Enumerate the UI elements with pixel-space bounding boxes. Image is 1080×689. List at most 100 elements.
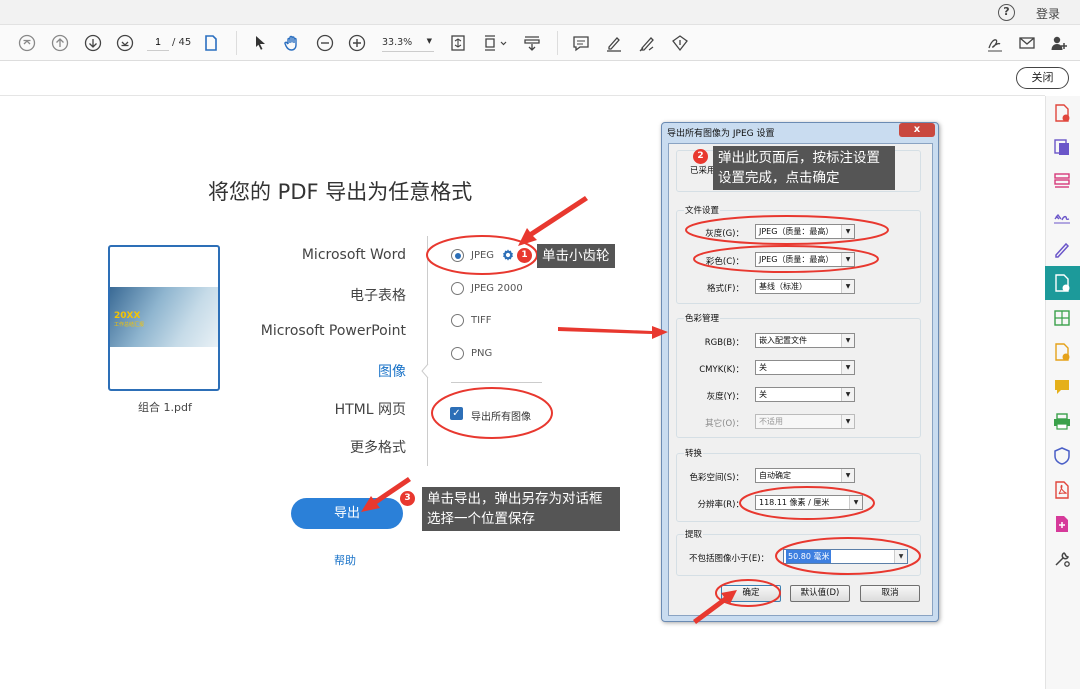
hand-tool-icon[interactable] bbox=[282, 33, 302, 53]
export-all-images-checkbox[interactable]: ✓ bbox=[450, 407, 463, 420]
toolbar-separator bbox=[236, 31, 237, 55]
colorspace-label: 色彩空间(S)： bbox=[689, 473, 744, 483]
page-view-icon[interactable] bbox=[201, 33, 221, 53]
option-jpeg2000-label: JPEG 2000 bbox=[471, 283, 523, 294]
color-select[interactable]: JPEG（质量：最高） ▼ bbox=[755, 252, 855, 267]
resolution-value: 118.11 像素 / 厘米 bbox=[759, 498, 830, 507]
help-icon[interactable]: ? bbox=[998, 4, 1015, 21]
more-tools-icon[interactable] bbox=[1052, 549, 1072, 569]
page-number-input[interactable] bbox=[147, 35, 169, 51]
min-image-size-select[interactable]: 50.80 毫米 ▼ bbox=[783, 549, 908, 564]
draw-icon[interactable] bbox=[637, 33, 657, 53]
grayscale-select[interactable]: JPEG（质量：最高） ▼ bbox=[755, 224, 855, 239]
chevron-down-icon: ▼ bbox=[426, 37, 432, 45]
rich-media-icon[interactable] bbox=[1052, 514, 1072, 534]
radio-tiff[interactable] bbox=[451, 314, 464, 327]
zoom-dropdown[interactable]: 33.3% ▼ bbox=[382, 37, 434, 52]
close-button[interactable]: 关闭 bbox=[1016, 67, 1069, 89]
extract-title: 提取 bbox=[684, 528, 704, 540]
next-page-icon[interactable] bbox=[83, 33, 103, 53]
format-spreadsheet[interactable]: 电子表格 bbox=[226, 285, 406, 305]
dialog-title: 导出所有图像为 JPEG 设置 bbox=[667, 129, 775, 139]
option-png-label: PNG bbox=[471, 348, 493, 359]
export-excel-icon[interactable] bbox=[1052, 308, 1072, 328]
prev-page-icon[interactable] bbox=[50, 33, 70, 53]
resolution-select[interactable]: 118.11 像素 / 厘米 ▼ bbox=[755, 495, 863, 510]
zoom-out-icon[interactable] bbox=[315, 33, 335, 53]
ok-button[interactable]: 确定 bbox=[721, 585, 781, 602]
first-page-icon[interactable] bbox=[17, 33, 37, 53]
radio-jpeg2000[interactable] bbox=[451, 282, 464, 295]
callout-2-line1: 弹出此页面后，按标注设置 bbox=[718, 150, 880, 166]
format-word[interactable]: Microsoft Word bbox=[226, 247, 406, 263]
comment-tool-icon[interactable] bbox=[1052, 377, 1072, 397]
color-management-title: 色彩管理 bbox=[684, 312, 721, 324]
radio-png[interactable] bbox=[451, 347, 464, 360]
create-pdf-icon[interactable] bbox=[1052, 103, 1072, 123]
chevron-down-icon: ▼ bbox=[841, 253, 854, 266]
color-value: JPEG（质量：最高） bbox=[759, 255, 834, 264]
login-link[interactable]: 登录 bbox=[1036, 5, 1060, 22]
export-all-images-label: 导出所有图像 bbox=[471, 412, 531, 423]
page-title: 将您的 PDF 导出为任意格式 bbox=[208, 180, 473, 204]
organize-pages-icon[interactable] bbox=[1052, 171, 1072, 191]
format-divider bbox=[427, 236, 428, 466]
add-user-icon[interactable] bbox=[1049, 33, 1069, 53]
protect-icon[interactable] bbox=[1052, 446, 1072, 466]
zoom-in-icon[interactable] bbox=[347, 33, 367, 53]
callout-3: 单击导出，弹出另存为对话框 选择一个位置保存 bbox=[422, 487, 620, 531]
subbar bbox=[0, 61, 1045, 96]
format-more[interactable]: 更多格式 bbox=[226, 437, 406, 457]
print-production-icon[interactable] bbox=[1052, 411, 1072, 431]
select-arrow-icon[interactable] bbox=[250, 33, 270, 53]
rgb-select[interactable]: 嵌入配置文件 ▼ bbox=[755, 333, 855, 348]
colorspace-select[interactable]: 自动确定 ▼ bbox=[755, 468, 855, 483]
last-page-icon[interactable] bbox=[115, 33, 135, 53]
dialog-close-button[interactable]: x bbox=[899, 123, 935, 137]
gear-icon[interactable] bbox=[501, 248, 515, 262]
chevron-down-icon: ▼ bbox=[841, 225, 854, 238]
callout-3-line2: 选择一个位置保存 bbox=[427, 511, 535, 527]
defaults-button[interactable]: 默认值(D) bbox=[790, 585, 850, 602]
edit-pdf-icon[interactable] bbox=[1052, 239, 1072, 259]
export-button[interactable]: 导出 bbox=[291, 498, 403, 529]
format-image[interactable]: 图像 bbox=[226, 361, 406, 381]
color-label: 彩色(C)： bbox=[705, 257, 744, 267]
format-value: 基线（标准） bbox=[759, 282, 807, 291]
sign-icon[interactable] bbox=[985, 33, 1005, 53]
send-for-review-icon[interactable] bbox=[1052, 342, 1072, 362]
radio-jpeg[interactable] bbox=[451, 249, 464, 262]
format-html[interactable]: HTML 网页 bbox=[226, 399, 406, 419]
rgb-label: RGB(B)： bbox=[704, 338, 744, 348]
cmyk-select[interactable]: 关 ▼ bbox=[755, 360, 855, 375]
format-powerpoint[interactable]: Microsoft PowerPoint bbox=[226, 323, 406, 339]
min-image-size-value: 50.80 毫米 bbox=[786, 550, 832, 563]
export-pdf-icon[interactable] bbox=[1052, 273, 1072, 293]
scroll-mode-icon[interactable] bbox=[482, 33, 510, 53]
email-icon[interactable] bbox=[1017, 33, 1037, 53]
help-link[interactable]: 帮助 bbox=[334, 552, 356, 568]
cancel-button[interactable]: 取消 bbox=[860, 585, 920, 602]
fit-page-icon[interactable] bbox=[448, 33, 468, 53]
chevron-down-icon: ▼ bbox=[841, 415, 854, 428]
chevron-down-icon: ▼ bbox=[841, 334, 854, 347]
callout-3-line1: 单击导出，弹出另存为对话框 bbox=[427, 491, 603, 507]
other-label: 其它(O)： bbox=[705, 419, 744, 429]
acrobat-pdf-icon[interactable] bbox=[1052, 480, 1072, 500]
chevron-down-icon: ▼ bbox=[841, 280, 854, 293]
comment-icon[interactable] bbox=[571, 33, 591, 53]
fill-sign-icon[interactable] bbox=[1052, 205, 1072, 225]
callout-1: 单击小齿轮 bbox=[537, 244, 615, 268]
options-divider bbox=[451, 382, 542, 383]
file-name-label: 组合 1.pdf bbox=[138, 401, 192, 414]
conversion-title: 转换 bbox=[684, 447, 704, 459]
highlight-pen-icon[interactable] bbox=[604, 33, 624, 53]
format-select[interactable]: 基线（标准） ▼ bbox=[755, 279, 855, 294]
other-select: 不适用 ▼ bbox=[755, 414, 855, 429]
gray-profile-select[interactable]: 关 ▼ bbox=[755, 387, 855, 402]
stamp-icon[interactable] bbox=[670, 33, 690, 53]
arrow-to-dialog bbox=[558, 326, 668, 339]
combine-files-icon[interactable] bbox=[1052, 137, 1072, 157]
scroll-icon[interactable] bbox=[522, 33, 542, 53]
chevron-down-icon: ▼ bbox=[841, 388, 854, 401]
